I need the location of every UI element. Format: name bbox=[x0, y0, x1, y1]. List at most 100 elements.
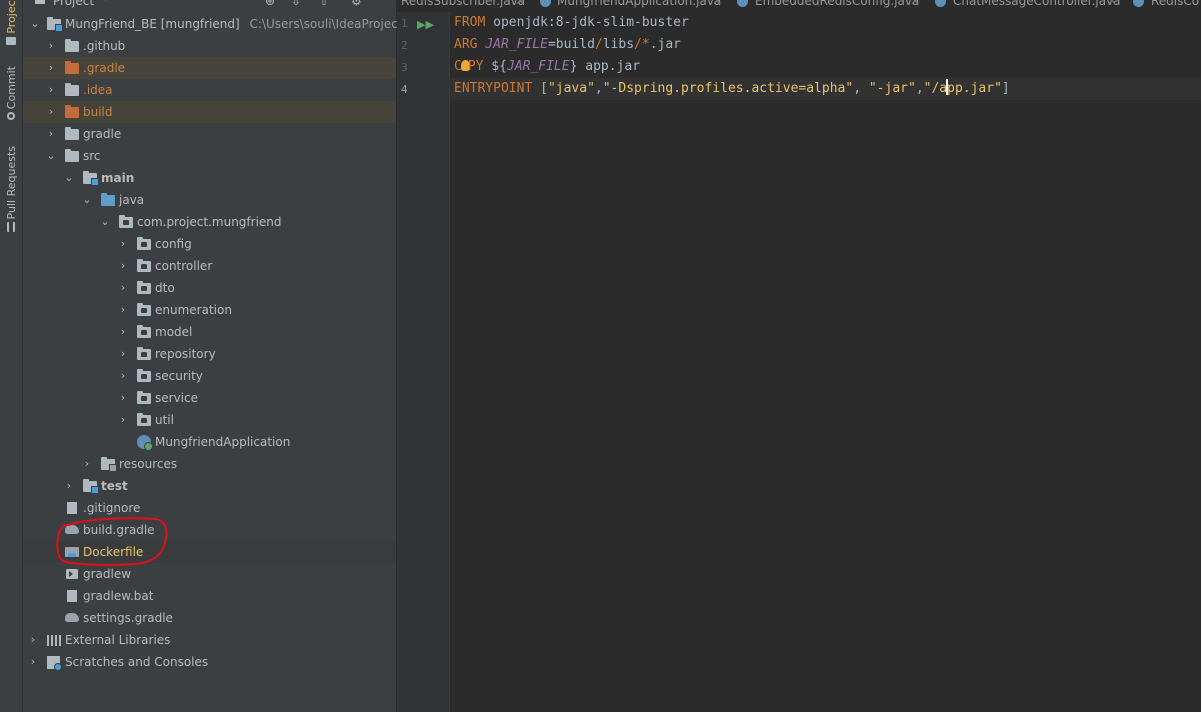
tree-row-github[interactable]: › .github bbox=[23, 35, 396, 57]
gear-icon[interactable]: ⚙ bbox=[351, 0, 362, 8]
tree-label: java bbox=[119, 193, 145, 207]
tab-mungfriend-application[interactable]: MungfriendApplication.java bbox=[557, 0, 721, 8]
tree-label: repository bbox=[155, 347, 216, 361]
tree-label: .github bbox=[83, 39, 126, 53]
chevron-right-icon[interactable]: › bbox=[117, 387, 129, 409]
tree-row-java[interactable]: ⌄ java bbox=[23, 189, 396, 211]
chevron-down-icon[interactable]: ⌄ bbox=[99, 211, 111, 233]
close-icon[interactable]: ✕ bbox=[712, 0, 722, 8]
locate-file-icon[interactable]: ⊕ bbox=[265, 0, 275, 8]
chevron-right-icon[interactable]: › bbox=[45, 57, 57, 79]
chevron-right-icon[interactable]: › bbox=[117, 277, 129, 299]
collapse-all-icon[interactable]: ⇧ bbox=[319, 0, 329, 8]
tree-row-gradlew[interactable]: gradlew bbox=[23, 563, 396, 585]
chevron-right-icon[interactable]: › bbox=[45, 101, 57, 123]
tab-redis-subscriber[interactable]: RedisSubscriber.java bbox=[401, 0, 525, 8]
close-icon[interactable]: ✕ bbox=[515, 0, 525, 8]
excluded-folder-icon bbox=[65, 105, 79, 118]
class-icon bbox=[935, 0, 946, 7]
run-gutter-icon[interactable]: ▶▶ bbox=[417, 18, 434, 31]
line-number: 3 bbox=[401, 61, 408, 74]
tree-row-test[interactable]: › test bbox=[23, 475, 396, 497]
tree-row-root[interactable]: ⌄ MungFriend_BE [mungfriend] C:\Users\so… bbox=[23, 13, 413, 35]
chevron-right-icon[interactable]: › bbox=[117, 321, 129, 343]
tree-row-dto[interactable]: › dto bbox=[23, 277, 396, 299]
folder-icon bbox=[65, 127, 79, 140]
tree-row-idea[interactable]: › .idea bbox=[23, 79, 396, 101]
chevron-right-icon[interactable]: › bbox=[45, 79, 57, 101]
tree-row-gradle[interactable]: › gradle bbox=[23, 123, 396, 145]
shell-script-icon bbox=[66, 569, 78, 579]
code-line-current[interactable]: ENTRYPOINT ["java","-Dspring.profiles.ac… bbox=[450, 78, 1201, 100]
chevron-right-icon[interactable]: › bbox=[117, 365, 129, 387]
tree-row-service[interactable]: › service bbox=[23, 387, 396, 409]
code-line[interactable]: FROM openjdk:8-jdk-slim-buster bbox=[450, 12, 1201, 34]
tree-row-main[interactable]: ⌄ main bbox=[23, 167, 396, 189]
tree-row-gradle-cache[interactable]: › .gradle bbox=[23, 57, 396, 79]
chevron-down-icon[interactable]: ⌄ bbox=[63, 167, 75, 189]
chevron-right-icon[interactable]: › bbox=[27, 629, 39, 651]
code-line[interactable]: ARG JAR_FILE=build/libs/*.jar bbox=[450, 34, 1201, 56]
chevron-right-icon[interactable]: › bbox=[27, 651, 39, 673]
tree-label: build.gradle bbox=[83, 523, 155, 537]
chevron-right-icon[interactable]: › bbox=[117, 299, 129, 321]
code-editor[interactable]: FROM openjdk:8-jdk-slim-buster ARG JAR_F… bbox=[450, 12, 1201, 712]
tree-row-gitignore[interactable]: .gitignore bbox=[23, 497, 396, 519]
project-tool-tab-label: Project bbox=[4, 0, 18, 34]
tree-row-security[interactable]: › security bbox=[23, 365, 396, 387]
tree-row-repository[interactable]: › repository bbox=[23, 343, 396, 365]
tree-row-controller[interactable]: › controller bbox=[23, 255, 396, 277]
close-icon[interactable]: ✕ bbox=[1107, 0, 1117, 8]
pull-requests-tool-tab[interactable]: Pull Requests bbox=[2, 146, 20, 235]
tree-row-settings-gradle[interactable]: settings.gradle bbox=[23, 607, 396, 629]
tree-row-util[interactable]: › util bbox=[23, 409, 396, 431]
tab-chat-message-controller[interactable]: ChatMessageController.java bbox=[953, 0, 1121, 8]
tree-row-package[interactable]: ⌄ com.project.mungfriend bbox=[23, 211, 396, 233]
close-icon[interactable]: ✕ bbox=[910, 0, 920, 8]
chevron-right-icon[interactable]: › bbox=[117, 233, 129, 255]
tree-row-resources[interactable]: › resources bbox=[23, 453, 396, 475]
tab-embedded-redis-config[interactable]: EmbeddedRedisConfig.java bbox=[755, 0, 919, 8]
tree-row-src[interactable]: ⌄ src bbox=[23, 145, 396, 167]
chevron-down-icon[interactable]: ⌄ bbox=[45, 145, 57, 167]
chevron-right-icon[interactable]: › bbox=[63, 475, 75, 497]
tree-row-build[interactable]: › build bbox=[23, 101, 396, 123]
tree-row-build-gradle[interactable]: build.gradle bbox=[23, 519, 396, 541]
tree-row-gradlew-bat[interactable]: gradlew.bat bbox=[23, 585, 396, 607]
chevron-right-icon[interactable]: › bbox=[117, 343, 129, 365]
code-line[interactable]: C PY ${JAR_FILE} app.jar bbox=[450, 56, 1201, 78]
package-icon bbox=[119, 215, 133, 228]
project-view-selector[interactable]: Project bbox=[53, 0, 94, 8]
tree-row-model[interactable]: › model bbox=[23, 321, 396, 343]
chevron-right-icon[interactable]: › bbox=[81, 453, 93, 475]
chevron-right-icon[interactable]: › bbox=[45, 35, 57, 57]
tree-label: build bbox=[83, 105, 113, 119]
chevron-right-icon[interactable]: › bbox=[117, 255, 129, 277]
tree-row-enumeration[interactable]: › enumeration bbox=[23, 299, 396, 321]
file-icon bbox=[67, 502, 77, 514]
tree-row-dockerfile[interactable]: Dockerfile bbox=[23, 541, 396, 563]
expand-all-icon[interactable]: ⇩ bbox=[291, 0, 301, 8]
arg-variable: JAR_FILE bbox=[485, 37, 548, 52]
chevron-right-icon[interactable]: › bbox=[117, 409, 129, 431]
code-text: =build bbox=[547, 37, 595, 52]
tree-row-scratches[interactable]: › Scratches and Consoles bbox=[23, 651, 396, 673]
keyword-from: FROM bbox=[454, 15, 486, 30]
commit-tool-tab[interactable]: Commit bbox=[2, 66, 20, 123]
code-text: app.jar bbox=[577, 59, 641, 74]
tab-redis-co[interactable]: RedisCo bbox=[1151, 0, 1199, 8]
chevron-down-icon[interactable]: ⌄ bbox=[29, 13, 41, 35]
project-tool-tab[interactable]: Project bbox=[2, 0, 20, 48]
chevron-right-icon[interactable]: › bbox=[45, 123, 57, 145]
chevron-down-icon[interactable]: ⌄ bbox=[81, 189, 93, 211]
project-root-path: C:\Users\souli\IdeaProjects\ bbox=[249, 17, 413, 31]
tree-row-config[interactable]: › config bbox=[23, 233, 396, 255]
tree-row-application[interactable]: MungfriendApplication bbox=[23, 431, 396, 453]
tree-label: com.project.mungfriend bbox=[137, 215, 282, 229]
chevron-down-icon[interactable]: ▾ bbox=[103, 0, 108, 4]
package-icon bbox=[137, 325, 151, 338]
source-set-folder-icon bbox=[83, 479, 99, 494]
docker-icon bbox=[65, 547, 79, 557]
tree-label: Scratches and Consoles bbox=[65, 655, 209, 669]
tree-row-external-libraries[interactable]: › External Libraries bbox=[23, 629, 396, 651]
